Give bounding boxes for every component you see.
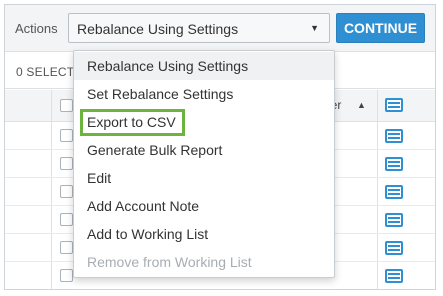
menu-item-add-to-working-list[interactable]: Add to Working List xyxy=(74,220,334,248)
menu-item-label: Add Account Note xyxy=(87,198,200,214)
menu-item-label: Generate Bulk Report xyxy=(87,142,223,158)
row-checkbox[interactable] xyxy=(60,269,73,282)
menu-item-add-account-note[interactable]: Add Account Note xyxy=(74,192,334,220)
menu-item-remove-from-working-list: Remove from Working List xyxy=(74,248,334,276)
menu-item-label: Edit xyxy=(87,170,112,186)
caret-down-icon: ▼ xyxy=(310,23,319,33)
grid-list-icon[interactable] xyxy=(385,185,403,199)
sort-ascending-icon[interactable]: ▲ xyxy=(357,100,366,110)
actions-dropdown-value: Rebalance Using Settings xyxy=(77,21,239,37)
menu-item-set-rebalance-settings[interactable]: Set Rebalance Settings xyxy=(74,80,334,108)
actions-menu: Rebalance Using Settings Set Rebalance S… xyxy=(73,50,335,278)
row-checkbox[interactable] xyxy=(60,213,73,226)
grid-list-icon[interactable] xyxy=(385,157,403,171)
menu-item-rebalance-using-settings[interactable]: Rebalance Using Settings xyxy=(74,52,334,80)
grid-list-icon[interactable] xyxy=(385,129,403,143)
grid-list-icon[interactable] xyxy=(385,241,403,255)
menu-item-edit[interactable]: Edit xyxy=(74,164,334,192)
menu-item-export-to-csv[interactable]: Export to CSV xyxy=(74,108,334,136)
row-checkbox[interactable] xyxy=(60,185,73,198)
menu-item-label: Add to Working List xyxy=(87,226,209,242)
actions-label: Actions xyxy=(15,21,58,36)
accounts-panel: Actions Rebalance Using Settings ▼ CONTI… xyxy=(4,4,436,290)
grid-list-icon[interactable] xyxy=(385,269,403,283)
menu-item-label: Rebalance Using Settings xyxy=(87,58,249,74)
continue-button[interactable]: CONTINUE xyxy=(336,13,425,43)
grid-list-icon[interactable] xyxy=(385,213,403,227)
row-checkbox[interactable] xyxy=(60,129,73,142)
menu-item-label: Remove from Working List xyxy=(87,254,252,270)
menu-item-label: Set Rebalance Settings xyxy=(87,86,234,102)
menu-item-generate-bulk-report[interactable]: Generate Bulk Report xyxy=(74,136,334,164)
grid-list-icon[interactable] xyxy=(385,98,403,112)
actions-dropdown[interactable]: Rebalance Using Settings ▼ xyxy=(68,13,330,43)
highlight-box xyxy=(80,109,185,136)
actions-toolbar: Actions Rebalance Using Settings ▼ CONTI… xyxy=(5,5,435,52)
row-checkbox[interactable] xyxy=(60,157,73,170)
row-checkbox[interactable] xyxy=(60,241,73,254)
select-all-checkbox[interactable] xyxy=(60,99,73,112)
